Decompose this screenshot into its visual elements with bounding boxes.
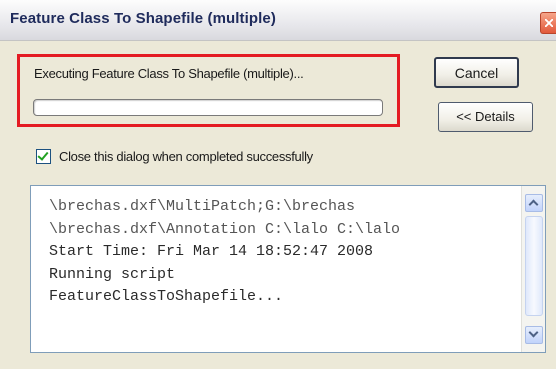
status-message: Executing Feature Class To Shapefile (mu… — [34, 66, 304, 81]
log-lines: \brechas.dxf\MultiPatch;G:\brechas \brec… — [49, 196, 400, 309]
log-line: \brechas.dxf\MultiPatch;G:\brechas — [49, 198, 356, 215]
log-line: Running script — [49, 265, 176, 283]
scrollbar-thumb[interactable] — [525, 216, 543, 316]
chevron-up-icon[interactable] — [525, 194, 543, 212]
details-button-label: << Details — [456, 109, 515, 124]
cancel-button-label: Cancel — [454, 65, 499, 81]
message-log[interactable]: \brechas.dxf\MultiPatch;G:\brechas \brec… — [30, 185, 546, 353]
details-button[interactable]: << Details — [438, 102, 533, 132]
progress-bar — [33, 99, 383, 116]
log-line: FeatureClassToShapefile... — [49, 288, 284, 305]
window-title: Feature Class To Shapefile (multiple) — [10, 10, 276, 27]
chevron-down-icon[interactable] — [525, 326, 543, 344]
dialog-window: Feature Class To Shapefile (multiple) Ex… — [0, 0, 556, 369]
close-when-done-checkbox[interactable] — [36, 149, 51, 164]
status-highlight: Executing Feature Class To Shapefile (mu… — [17, 54, 400, 127]
log-line: \brechas.dxf\Annotation C:\lalo C:\lalo — [49, 220, 401, 238]
close-icon[interactable] — [540, 12, 556, 34]
cancel-button[interactable]: Cancel — [434, 57, 519, 88]
close-when-done-label: Close this dialog when completed success… — [59, 149, 313, 164]
vertical-scrollbar[interactable] — [521, 186, 545, 352]
log-line: Start Time: Fri Mar 14 18:52:47 2008 — [49, 243, 374, 260]
title-bar[interactable]: Feature Class To Shapefile (multiple) — [0, 0, 556, 41]
